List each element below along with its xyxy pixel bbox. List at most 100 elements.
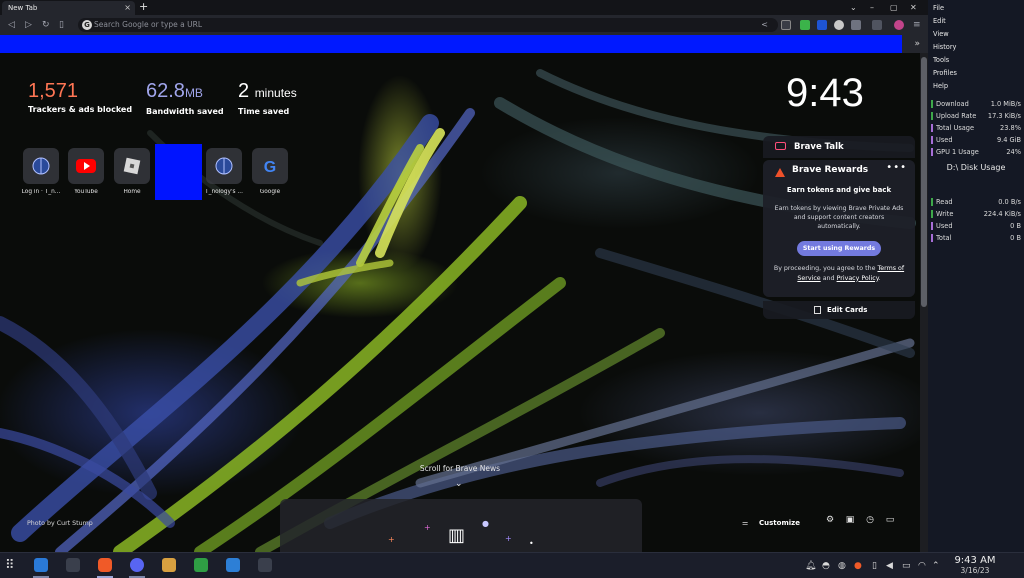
top-site-tile[interactable]: YouTube bbox=[66, 148, 106, 195]
sparkle-icon: + bbox=[388, 535, 395, 544]
back-icon[interactable]: ◁ bbox=[8, 18, 15, 32]
forward-icon[interactable]: ▷ bbox=[25, 18, 32, 32]
spreadsheet-icon[interactable] bbox=[194, 558, 208, 572]
system-sidebar: File Edit View History Tools Profiles He… bbox=[928, 0, 1024, 552]
tab-search-icon[interactable]: ⌄ bbox=[850, 0, 857, 15]
display-icon[interactable]: ▭ bbox=[902, 553, 911, 578]
calendar-icon[interactable] bbox=[226, 558, 240, 572]
chevron-down-icon[interactable]: ⌄ bbox=[455, 479, 463, 489]
steam-tray-icon[interactable]: ◍ bbox=[838, 553, 846, 578]
ntp-clock: 9:43 bbox=[786, 71, 864, 115]
photo-author-link[interactable]: Curt Stump bbox=[57, 520, 93, 527]
bookmark-icon[interactable]: ▯ bbox=[59, 18, 64, 32]
stat-value: 2 minutes bbox=[238, 80, 297, 102]
rewards-terms-text: By proceeding, you agree to the Terms of… bbox=[773, 265, 905, 282]
brave-talk-icon[interactable]: ▭ bbox=[880, 515, 900, 525]
clipboard-icon[interactable]: ▯ bbox=[872, 553, 877, 578]
menu-history[interactable]: History bbox=[933, 42, 956, 52]
sparkle-icon: • bbox=[529, 539, 534, 548]
app-icon[interactable] bbox=[162, 558, 176, 572]
menu-file[interactable]: File bbox=[933, 3, 944, 13]
profile-avatar[interactable] bbox=[894, 20, 904, 30]
menu-tools[interactable]: Tools bbox=[933, 55, 949, 65]
sidebar-icon[interactable] bbox=[851, 20, 861, 30]
top-site-tile[interactable]: Log in · T_n... bbox=[21, 148, 61, 195]
globe-icon bbox=[23, 148, 59, 184]
menu-help[interactable]: Help bbox=[933, 81, 948, 91]
top-site-tile[interactable]: G Google bbox=[250, 148, 290, 195]
top-site-label: Home bbox=[123, 189, 141, 195]
tab-new-tab[interactable]: New Tab × bbox=[2, 1, 135, 15]
scroll-for-news-label[interactable]: Scroll for Brave News bbox=[400, 464, 520, 473]
disk-usage-title: D:\ Disk Usage bbox=[946, 163, 1006, 172]
menu-profiles[interactable]: Profiles bbox=[933, 68, 957, 78]
top-site-label: T_nology's ... bbox=[205, 189, 243, 195]
edit-cards-button[interactable]: Edit Cards bbox=[763, 301, 915, 319]
close-window-button[interactable]: ✕ bbox=[910, 0, 917, 15]
stat-value: 1,571 bbox=[28, 80, 79, 102]
monitor-upload: Upload Rate 17.3 KiB/s bbox=[931, 111, 1021, 121]
extension-shield-icon[interactable] bbox=[800, 20, 810, 30]
taskbar-clock[interactable]: 9:43 AM 3/16/23 bbox=[945, 555, 1005, 576]
stat-label: Trackers & ads blocked bbox=[28, 105, 133, 114]
menu-view[interactable]: View bbox=[933, 29, 949, 39]
file-manager-icon[interactable] bbox=[34, 558, 48, 572]
history-icon[interactable]: ◷ bbox=[860, 515, 880, 525]
stat-label: Bandwidth saved bbox=[146, 107, 224, 116]
stat-trackers-blocked: 1,571 Trackers & ads blocked bbox=[28, 80, 132, 114]
menu-icon[interactable]: ≡ bbox=[913, 18, 921, 32]
redacted-tile bbox=[155, 144, 202, 200]
brave-news-panel[interactable]: ▥ + + ● + • bbox=[280, 499, 642, 552]
volume-icon[interactable]: ◀ bbox=[886, 553, 893, 578]
discord-tray-icon[interactable]: ◓ bbox=[822, 553, 830, 578]
monitor-cpu-total: Total Usage 23.8% bbox=[931, 123, 1021, 133]
bookmarks-icon[interactable]: ▣ bbox=[840, 515, 860, 525]
discord-icon[interactable] bbox=[130, 558, 144, 572]
top-site-tile[interactable]: T_nology's ... bbox=[204, 148, 244, 195]
puzzle-icon[interactable] bbox=[834, 20, 844, 30]
disk-total: Total 0 B bbox=[931, 233, 1021, 243]
app-launcher-icon[interactable]: ⠿ bbox=[5, 553, 15, 578]
wifi-icon[interactable]: ◠ bbox=[918, 553, 926, 578]
bookmarks-redacted bbox=[0, 35, 902, 53]
customize-button[interactable]: ⚌ Customize bbox=[742, 517, 800, 529]
brave-shields-icon[interactable] bbox=[781, 20, 791, 30]
brave-tray-icon[interactable]: ● bbox=[854, 553, 862, 578]
maximize-button[interactable]: ▢ bbox=[890, 0, 898, 15]
brave-rewards-title: Brave Rewards bbox=[792, 165, 869, 175]
rewards-heading: Earn tokens and give back bbox=[786, 186, 892, 194]
scrollbar-thumb[interactable] bbox=[921, 57, 927, 307]
vm-icon[interactable] bbox=[258, 558, 272, 572]
wallet-icon[interactable] bbox=[872, 20, 882, 30]
clock-date: 3/16/23 bbox=[960, 566, 990, 575]
bookmarks-bar: » bbox=[0, 35, 928, 53]
new-tab-button[interactable]: + bbox=[139, 0, 148, 14]
new-tab-page: 1,571 Trackers & ads blocked 62.8MB Band… bbox=[0, 53, 920, 552]
minimize-button[interactable]: – bbox=[870, 0, 874, 15]
reload-icon[interactable]: ↻ bbox=[42, 18, 50, 32]
tray-expand-icon[interactable]: ⌃ bbox=[932, 553, 940, 578]
sparkle-icon: ● bbox=[482, 519, 489, 528]
brave-browser-icon[interactable] bbox=[98, 558, 112, 572]
terminal-icon[interactable] bbox=[66, 558, 80, 572]
bookmarks-more-button[interactable]: » bbox=[914, 35, 920, 53]
tab-title: New Tab bbox=[8, 4, 38, 12]
sliders-icon: ⚌ bbox=[742, 519, 749, 527]
share-icon[interactable]: < bbox=[761, 18, 768, 32]
more-options-icon[interactable]: ••• bbox=[886, 162, 907, 173]
extension-blue-icon[interactable] bbox=[817, 20, 827, 30]
monitor-memory-used: Used 9.4 GiB bbox=[931, 135, 1021, 145]
page-scrollbar[interactable] bbox=[920, 53, 928, 552]
privacy-policy-link[interactable]: Privacy Policy bbox=[837, 275, 879, 282]
address-bar[interactable]: G Search Google or type a URL < bbox=[78, 18, 778, 32]
sparkle-icon: + bbox=[505, 534, 512, 543]
brave-rewards-icon bbox=[775, 168, 785, 177]
menu-edit[interactable]: Edit bbox=[933, 16, 946, 26]
settings-icon[interactable]: ⚙ bbox=[820, 515, 840, 525]
start-rewards-button[interactable]: Start using Rewards bbox=[797, 241, 881, 256]
tab-close-icon[interactable]: × bbox=[124, 1, 131, 15]
taskbar: ⠿ 🔔︎ ◓ ◍ ● ▯ ◀ ▭ ◠ ⌃ 9:43 AM 3/16/23 bbox=[0, 552, 1024, 578]
top-site-tile[interactable]: Home bbox=[112, 148, 152, 195]
notification-bell-icon[interactable]: 🔔︎ bbox=[805, 553, 816, 578]
brave-talk-card[interactable]: Brave Talk bbox=[763, 136, 915, 158]
